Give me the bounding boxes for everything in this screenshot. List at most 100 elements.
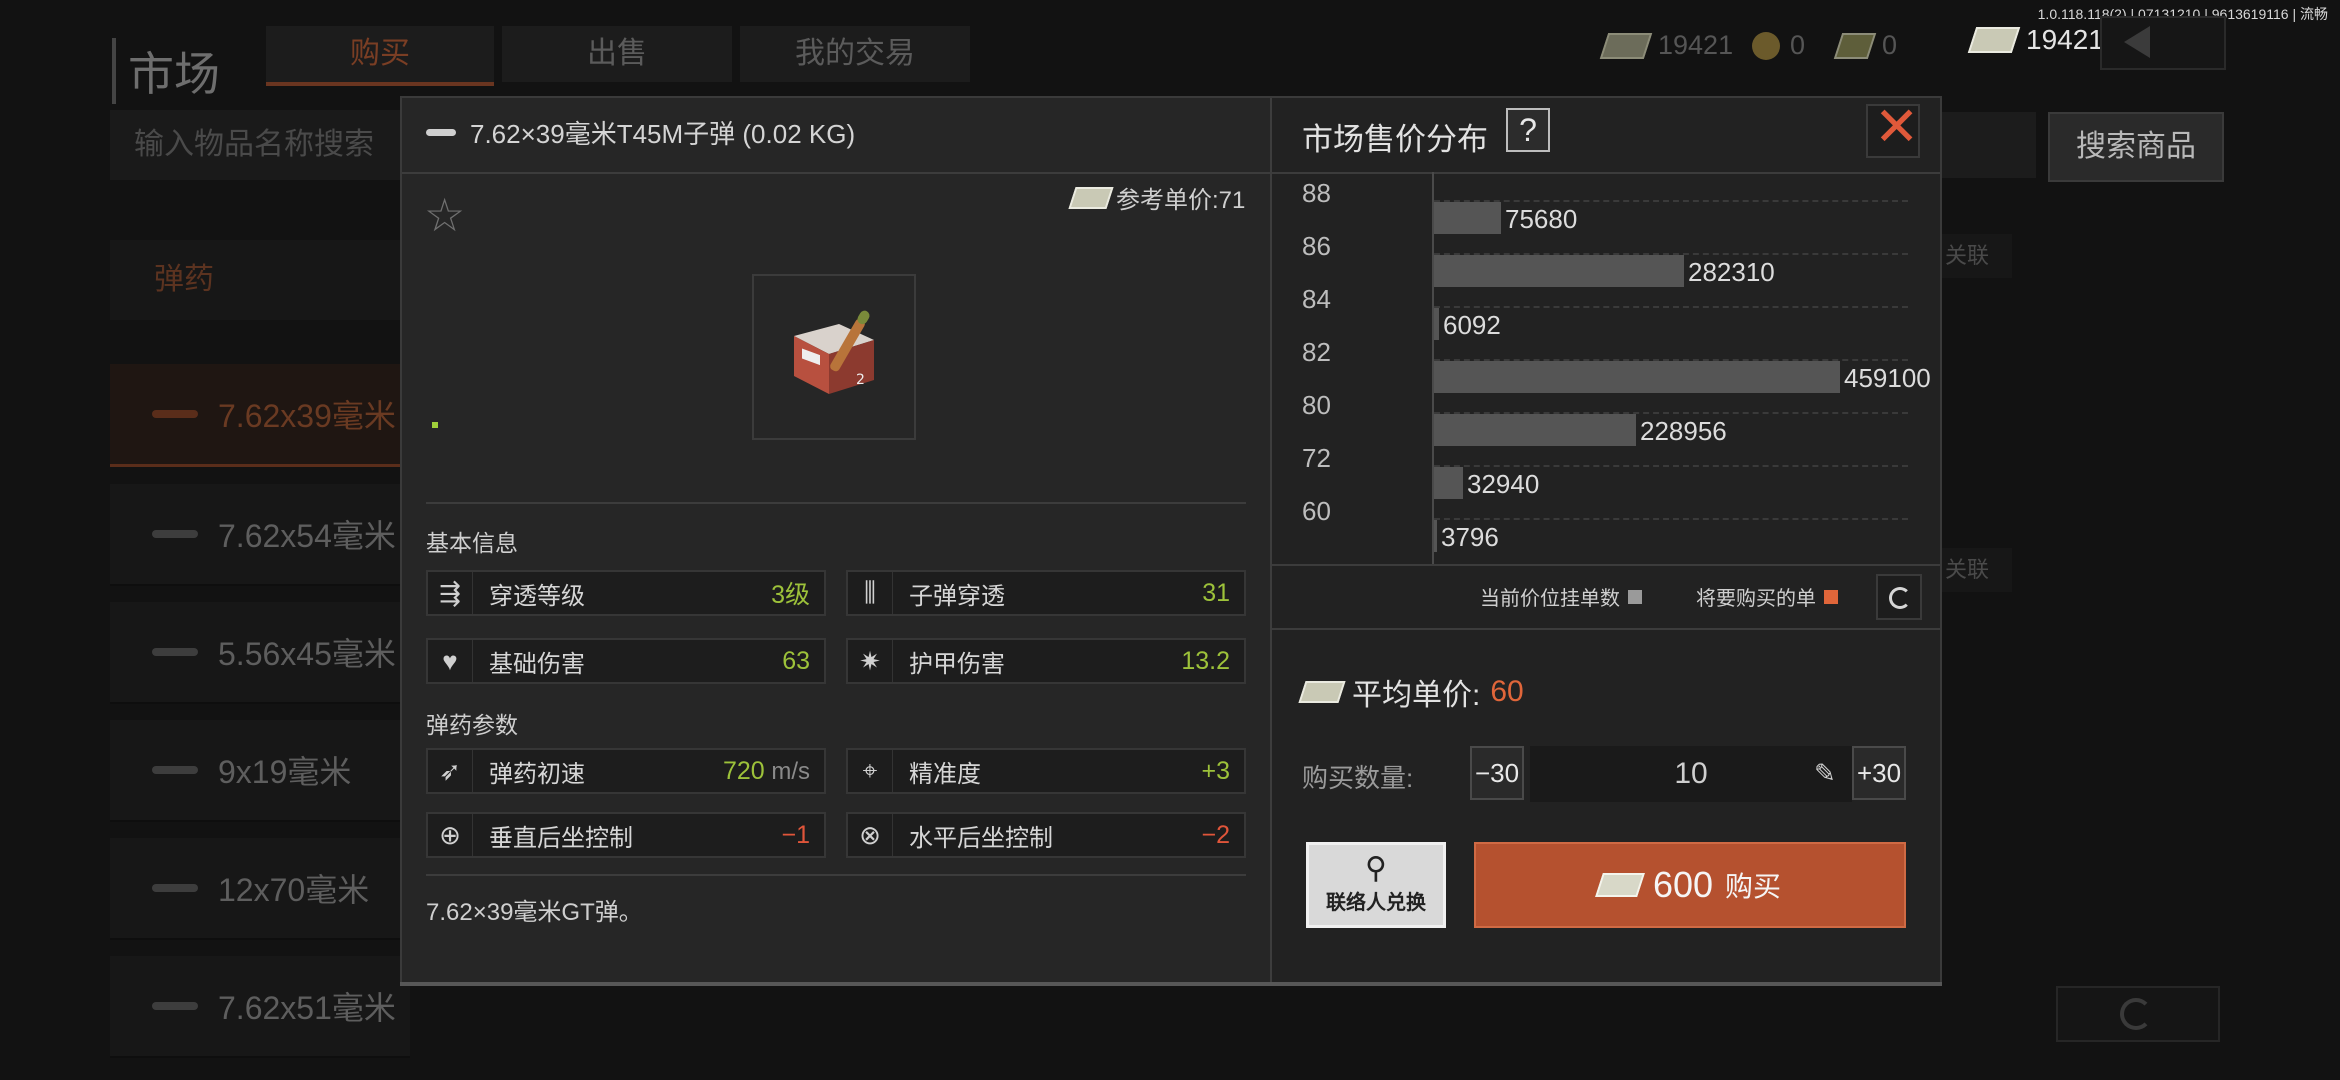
legend-orange-swatch	[1824, 589, 1838, 604]
price-bar[interactable]	[1434, 467, 1463, 499]
refresh-icon	[1889, 587, 1911, 609]
y-tick-label: 86	[1302, 231, 1331, 261]
coin-icon	[1752, 31, 1780, 60]
currency-voucher: 0	[1833, 30, 1897, 61]
ammo-list-item[interactable]: 7.62x51毫米	[110, 956, 410, 1058]
y-tick-label: 80	[1302, 390, 1331, 420]
y-tick-label: 72	[1302, 443, 1331, 473]
grid-line	[1434, 465, 1908, 467]
edit-pencil-icon[interactable]: ✎	[1814, 758, 1836, 789]
stat-base-damage: ♥ 基础伤害 63	[426, 638, 826, 684]
cash-icon	[1599, 32, 1653, 59]
contact-exchange-button[interactable]: ⚲ 联络人兑换	[1306, 842, 1446, 928]
bullet-icon	[152, 530, 198, 538]
bar-value-label: 32940	[1467, 469, 1540, 499]
y-tick-label: 82	[1302, 337, 1331, 367]
ammo-list-item[interactable]: 7.62x39毫米	[110, 364, 410, 467]
currency-coin: 0	[1752, 30, 1805, 61]
param-vertical-recoil: ⊕ 垂直后坐控制 −1	[426, 812, 826, 858]
divider	[1272, 628, 1940, 630]
grid-line	[1434, 518, 1908, 520]
tab-sell[interactable]: 出售	[502, 26, 732, 82]
bar-value-label: 459100	[1844, 363, 1931, 393]
muzzle-velocity-icon: ➶	[428, 750, 473, 792]
search-input[interactable]: 输入物品名称搜索	[110, 110, 434, 180]
bar-value-label: 282310	[1688, 257, 1775, 287]
divider	[1272, 564, 1940, 566]
price-bar[interactable]	[1434, 202, 1501, 234]
ammo-box-icon: 2	[794, 310, 874, 394]
basic-info-heading: 基本信息	[426, 530, 518, 556]
back-arrow-icon	[2124, 26, 2150, 58]
penetration-level-icon: ⇶	[428, 572, 473, 614]
bar-value-label: 6092	[1443, 310, 1501, 340]
legend-gray-swatch	[1628, 589, 1642, 604]
price-bar[interactable]	[1434, 414, 1636, 446]
wallet-balance: 19421	[1967, 24, 2104, 56]
bullet-icon	[152, 766, 198, 774]
cash-icon	[1298, 681, 1346, 703]
stat-armor-damage: ✷ 护甲伤害 13.2	[846, 638, 1246, 684]
bullet-icon	[152, 884, 198, 892]
y-tick-label: 60	[1302, 496, 1331, 526]
bullet-icon	[152, 1002, 198, 1010]
bullet-icon	[152, 648, 198, 656]
cash-icon	[1595, 873, 1645, 897]
ammo-list-item[interactable]: 5.56x45毫米	[110, 602, 410, 704]
item-title: 7.62×39毫米T45M子弹 (0.02 KG)	[426, 114, 855, 151]
price-bar[interactable]	[1434, 361, 1840, 393]
price-bar[interactable]	[1434, 255, 1684, 287]
bar-value-label: 3796	[1441, 522, 1499, 552]
help-button[interactable]: ?	[1506, 108, 1550, 152]
quantity-label: 购买数量:	[1302, 763, 1414, 793]
divider	[426, 874, 1246, 876]
svg-text:2: 2	[856, 372, 865, 388]
average-price: 平均单价: 60	[1298, 670, 1524, 714]
status-dot	[432, 422, 438, 428]
market-title: 市场	[112, 38, 220, 104]
stat-bullet-penetration: ⫼ 子弹穿透 31	[846, 570, 1246, 616]
price-bar[interactable]	[1434, 308, 1439, 340]
param-horizontal-recoil: ⊗ 水平后坐控制 −2	[846, 812, 1246, 858]
increase-30-button[interactable]: +30	[1852, 746, 1906, 800]
divider	[426, 502, 1246, 504]
magnifier-icon: ⚲	[1365, 852, 1387, 885]
quantity-input[interactable]: 10	[1530, 746, 1852, 802]
buy-button[interactable]: 600 购买	[1474, 842, 1906, 928]
stat-penetration-level: ⇶ 穿透等级 3级	[426, 570, 826, 616]
bullet-penetration-icon: ⫼	[848, 572, 893, 614]
y-tick-label: 84	[1302, 284, 1331, 314]
bar-value-label: 75680	[1505, 204, 1578, 234]
cash-icon	[1068, 186, 1114, 209]
distribution-title: 市场售价分布	[1302, 122, 1488, 157]
favorite-star-icon[interactable]: ☆	[424, 192, 465, 238]
ammo-params-heading: 弹药参数	[426, 712, 518, 738]
y-tick-label: 88	[1302, 178, 1331, 208]
search-button[interactable]: 搜索商品	[2048, 112, 2224, 182]
ammo-list-item[interactable]: 7.62x54毫米	[110, 484, 410, 586]
bar-value-label: 228956	[1640, 416, 1727, 446]
legend-current: 当前价位挂单数	[1480, 582, 1642, 611]
price-bar[interactable]	[1434, 520, 1437, 552]
accuracy-icon: ⌖	[848, 750, 893, 792]
divider	[1272, 172, 1940, 174]
reference-price: 参考单价:71	[1068, 180, 1245, 215]
decrease-30-button[interactable]: −30	[1470, 746, 1524, 800]
ammo-list-item[interactable]: 9x19毫米	[110, 720, 410, 822]
param-muzzle-velocity: ➶ 弹药初速 720 m/s	[426, 748, 826, 794]
ammo-list-item[interactable]: 12x70毫米	[110, 838, 410, 940]
tab-buy[interactable]: 购买	[266, 26, 494, 86]
bullet-icon	[426, 129, 456, 136]
armor-damage-icon: ✷	[848, 640, 893, 682]
panel-divider	[1270, 98, 1272, 984]
close-icon[interactable]: ✕	[1874, 100, 1919, 154]
back-button[interactable]	[2100, 16, 2226, 70]
base-damage-icon: ♥	[428, 640, 473, 682]
refresh-icon	[2120, 998, 2152, 1030]
vertical-recoil-icon: ⊕	[428, 814, 473, 856]
grid-line	[1434, 306, 1908, 308]
voucher-icon	[1833, 32, 1877, 59]
param-accuracy: ⌖ 精准度 +3	[846, 748, 1246, 794]
tab-my-trades[interactable]: 我的交易	[740, 26, 970, 82]
grid-line	[1434, 200, 1908, 202]
